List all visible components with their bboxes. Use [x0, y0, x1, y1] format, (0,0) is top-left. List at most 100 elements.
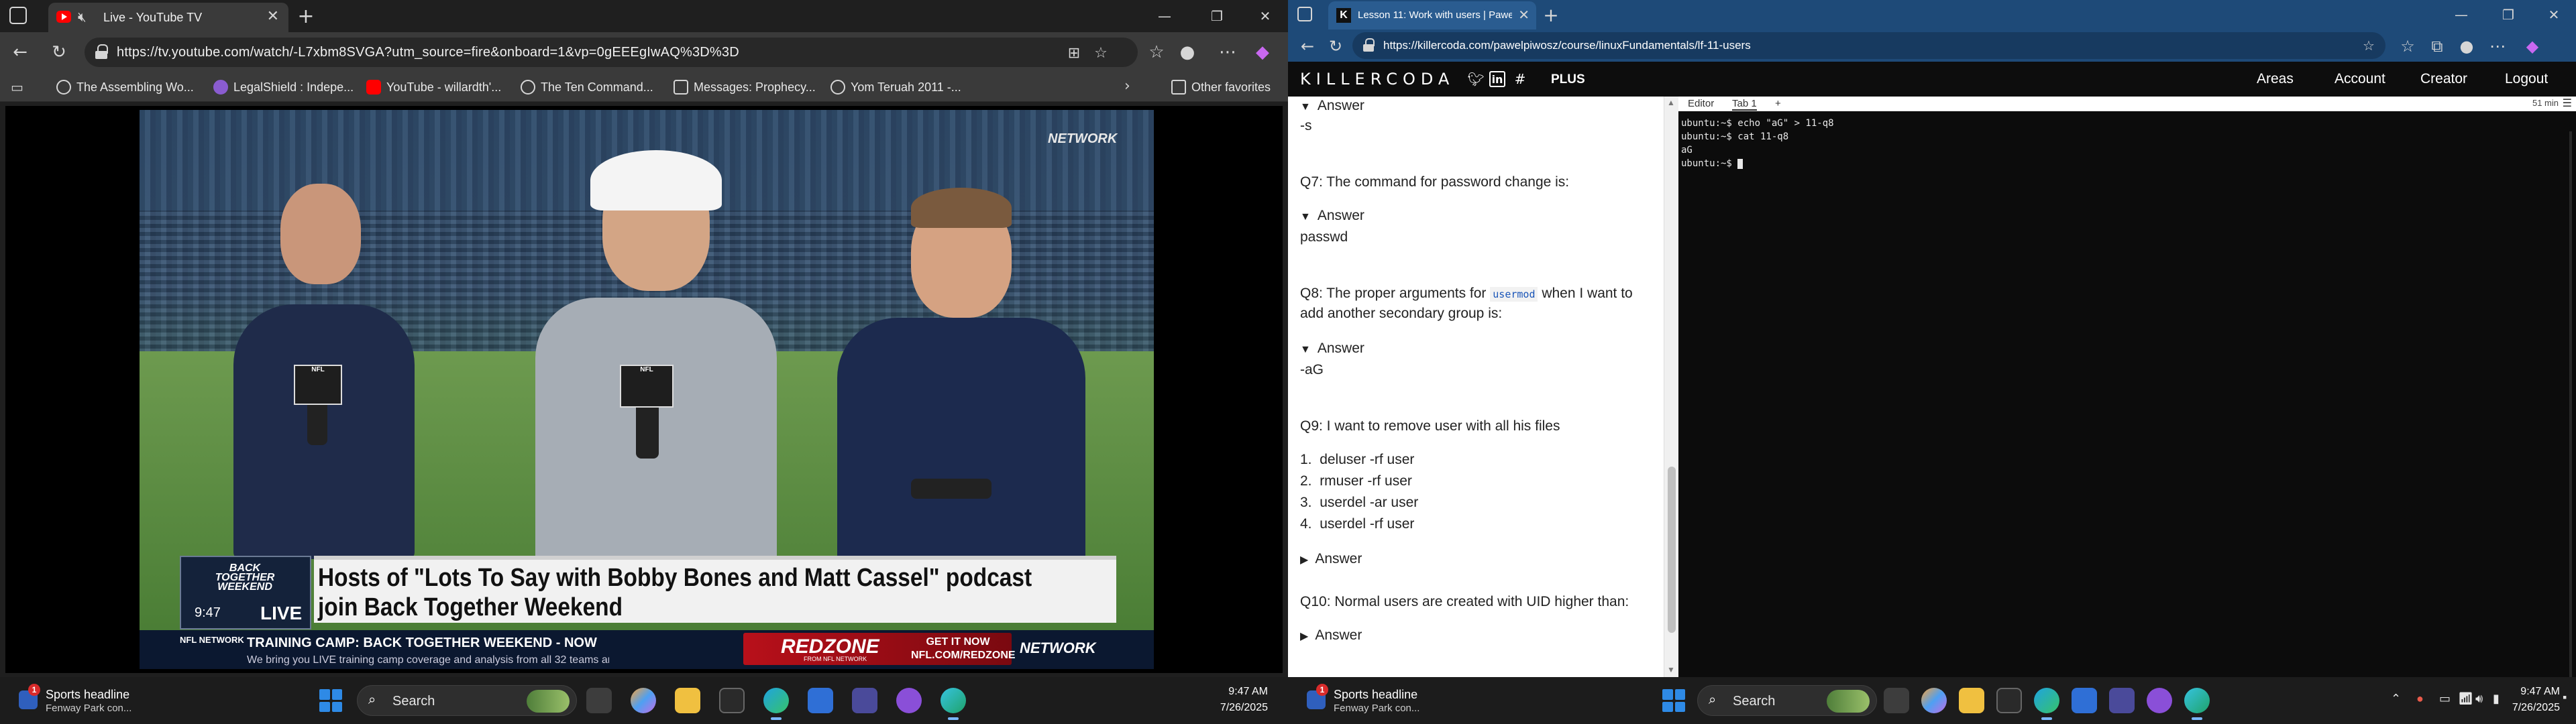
right-minimize-button[interactable]: —: [2442, 1, 2481, 28]
right-close-window-button[interactable]: ✕: [2534, 1, 2573, 28]
left-close-window-button[interactable]: ✕: [1245, 3, 1285, 29]
terminal-screen[interactable]: ubuntu:~$ echo "aG" > 11-q8 ubuntu:~$ ca…: [1678, 111, 2576, 681]
app-icon[interactable]: [896, 688, 922, 713]
copilot-icon[interactable]: ◆: [2521, 35, 2544, 58]
left-more-menu-icon[interactable]: ⋯: [1216, 40, 1240, 64]
left-tab-close-icon[interactable]: ✕: [267, 8, 279, 25]
right-tab-close-icon[interactable]: ✕: [1518, 7, 1529, 23]
left-minimize-button[interactable]: —: [1144, 3, 1185, 29]
right-tab-killercoda[interactable]: K Lesson 11: Work with users | Pawe... ✕: [1328, 1, 1536, 29]
taskbar-search-right[interactable]: ⌕ Search: [1697, 685, 1877, 716]
file-explorer-icon[interactable]: [1959, 688, 1984, 713]
scroll-up-arrow-icon[interactable]: ▲: [1667, 98, 1675, 107]
taskbar-search-left[interactable]: ⌕ Search: [357, 685, 577, 716]
right-more-menu-icon[interactable]: ⋯: [2486, 35, 2509, 58]
linkedin-icon[interactable]: in: [1489, 71, 1505, 87]
tray-overflow-chevron-icon[interactable]: ⌃: [2391, 692, 2401, 706]
task-view-icon[interactable]: [1884, 688, 1909, 713]
terminal-app-icon[interactable]: [1996, 688, 2022, 713]
favorites-overflow-chevron-icon[interactable]: ›: [1124, 78, 1130, 95]
copilot-app-icon[interactable]: [631, 688, 656, 713]
questions-scrollbar[interactable]: ▲ ▼: [1664, 97, 1678, 677]
answer-toggle-q9[interactable]: ▶ Answer: [1300, 551, 1362, 567]
start-button-left[interactable]: [319, 689, 342, 712]
menu-areas[interactable]: Areas: [2257, 71, 2294, 87]
store-app-icon[interactable]: [808, 688, 833, 713]
favorites-icon[interactable]: ☆: [2396, 35, 2419, 58]
video-frame[interactable]: NETWORK NFL NFL BACK TOGETHER WEEKEND 9:…: [140, 110, 1154, 669]
video-player[interactable]: NETWORK NFL NFL BACK TOGETHER WEEKEND 9:…: [5, 106, 1283, 673]
edge-dev-app-icon[interactable]: [2184, 688, 2210, 720]
right-back-button[interactable]: ←: [1296, 35, 1319, 58]
clock-right[interactable]: 9:47 AM 7/26/2025: [2493, 684, 2560, 716]
file-explorer-icon[interactable]: [675, 688, 700, 713]
terminal-scrollbar[interactable]: [2569, 131, 2572, 681]
favorite-star-icon[interactable]: ☆: [2359, 36, 2379, 55]
add-tab-button[interactable]: +: [1775, 98, 1781, 109]
left-sidebar-toggle-icon[interactable]: [9, 7, 27, 24]
volume-icon[interactable]: 🔊︎: [2475, 692, 2483, 706]
answer-toggle-top[interactable]: ▼ Answer: [1300, 98, 1364, 114]
task-view-icon[interactable]: [586, 688, 612, 713]
edge-app-icon[interactable]: [763, 688, 789, 720]
left-tab-youtube-tv[interactable]: 🔇︎ Live - YouTube TV ✕: [48, 3, 288, 32]
left-restore-button[interactable]: ❐: [1197, 3, 1237, 29]
clock-left[interactable]: 9:47 AM 7/26/2025: [1181, 684, 1268, 716]
tab-terminal-1[interactable]: Tab 1: [1732, 98, 1757, 111]
right-restore-button[interactable]: ❐: [2489, 1, 2528, 28]
favorite-item[interactable]: LegalShield : Indepe...: [213, 79, 354, 95]
favorite-item[interactable]: Yom Teruah 2011 -...: [830, 79, 961, 95]
plus-badge[interactable]: PLUS: [1551, 72, 1585, 87]
news-widget-right[interactable]: 1 Sports headline Fenway Park con...: [1307, 682, 1454, 719]
left-back-button[interactable]: ←: [8, 40, 32, 64]
right-address-bar[interactable]: https://killercoda.com/pawelpiwosz/cours…: [1352, 32, 2385, 59]
hamburger-menu-icon[interactable]: ☰: [2563, 97, 2572, 109]
wifi-icon[interactable]: 📶︎: [2458, 692, 2473, 706]
answer-toggle-q7[interactable]: ▼ Answer: [1300, 208, 1364, 224]
app-icon[interactable]: [2109, 688, 2135, 713]
twitter-icon[interactable]: 🐦︎: [1467, 71, 1484, 87]
killercoda-logo[interactable]: KILLERCODA: [1300, 70, 1454, 88]
right-new-tab-button[interactable]: +: [1539, 3, 1563, 27]
profile-avatar[interactable]: ●: [1175, 40, 1199, 64]
answer-toggle-q10[interactable]: ▶ Answer: [1300, 627, 1362, 644]
slack-icon[interactable]: #: [1512, 71, 1528, 87]
collections-icon[interactable]: ⧉: [2426, 35, 2449, 58]
tab-editor[interactable]: Editor: [1688, 98, 1714, 109]
favorite-item[interactable]: The Ten Command...: [521, 79, 653, 95]
edge-dev-app-icon[interactable]: [941, 688, 966, 720]
left-new-tab-button[interactable]: +: [294, 4, 318, 28]
other-favorites[interactable]: Other favorites: [1171, 79, 1271, 95]
scrollbar-thumb[interactable]: [1668, 467, 1676, 633]
menu-creator[interactable]: Creator: [2420, 71, 2467, 87]
start-button-right[interactable]: [1662, 689, 1685, 712]
menu-account[interactable]: Account: [2334, 71, 2385, 87]
answer-toggle-q8[interactable]: ▼ Answer: [1300, 341, 1364, 357]
tray-app-icon[interactable]: ▭: [2439, 692, 2451, 706]
favorites-icon[interactable]: ☆: [1144, 40, 1169, 64]
copilot-icon[interactable]: ◆: [1250, 40, 1275, 64]
left-reload-button[interactable]: ↻: [47, 40, 71, 64]
left-address-bar[interactable]: https://tv.youtube.com/watch/-L7xbm8SVGA…: [85, 38, 1138, 67]
right-reload-button[interactable]: ↻: [1324, 35, 1347, 58]
news-widget-left[interactable]: 1 Sports headline Fenway Park con...: [19, 682, 166, 719]
edge-app-icon[interactable]: [2034, 688, 2059, 720]
copilot-app-icon[interactable]: [1921, 688, 1947, 713]
profile-avatar[interactable]: ●: [2455, 35, 2478, 58]
notifications-icon[interactable]: ▪: [2563, 690, 2567, 705]
app-available-icon[interactable]: ⊞: [1064, 43, 1084, 63]
right-sidebar-toggle-icon[interactable]: [1297, 7, 1312, 21]
terminal-app-icon[interactable]: [719, 688, 745, 713]
favorite-item[interactable]: The Assembling Wo...: [56, 79, 194, 95]
favorite-star-icon[interactable]: ☆: [1091, 43, 1111, 63]
menu-logout[interactable]: Logout: [2505, 71, 2548, 87]
favorite-item[interactable]: YouTube - willardth'...: [366, 79, 501, 95]
mute-tab-icon[interactable]: 🔇︎: [78, 9, 87, 25]
import-favorites-icon[interactable]: ▭: [11, 79, 23, 95]
app-icon[interactable]: [2147, 688, 2172, 713]
favorite-item[interactable]: Messages: Prophecy...: [674, 79, 816, 95]
app-icon[interactable]: [852, 688, 877, 713]
tray-app-icon[interactable]: ●: [2416, 692, 2424, 706]
store-app-icon[interactable]: [2072, 688, 2097, 713]
scroll-down-arrow-icon[interactable]: ▼: [1667, 665, 1675, 674]
